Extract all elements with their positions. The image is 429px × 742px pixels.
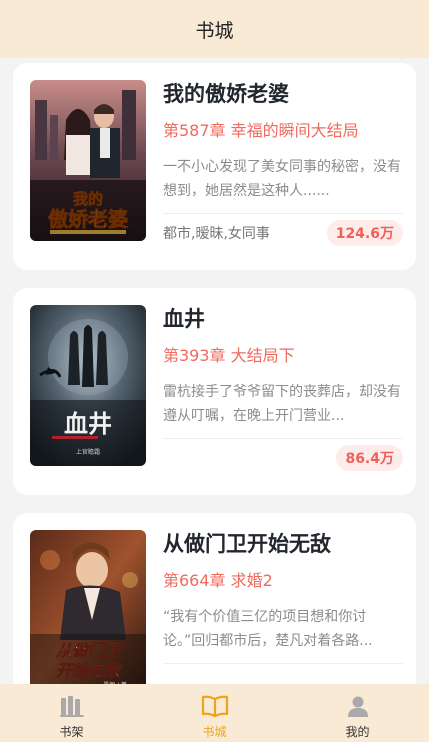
tab-label: 我的 <box>345 725 370 739</box>
svg-text:从做门卫: 从做门卫 <box>56 641 122 660</box>
book-meta: 86.4万 <box>163 445 403 471</box>
book-info: 我的傲娇老婆 第587章 幸福的瞬间大结局 一不小心发现了美女同事的秘密，没有想… <box>163 77 403 246</box>
book-list[interactable]: 我的 傲娇老婆 我的傲娇老婆 第587章 幸福的瞬间大结局 一不小心发现了美女同… <box>0 58 429 684</box>
bottom-tab-bar: 书架 书城 我的 <box>0 684 429 742</box>
book-cover[interactable]: 血井 上官瞻霜 <box>30 305 146 466</box>
book-cover-image: 我的 傲娇老婆 <box>30 80 146 241</box>
book-description: “我有个价值三亿的项目想和你讨论。”回归都市后，楚凡对着各路... <box>163 609 373 649</box>
book-card[interactable]: 我的 傲娇老婆 我的傲娇老婆 第587章 幸福的瞬间大结局 一不小心发现了美女同… <box>13 63 416 270</box>
bookshelf-icon <box>58 693 86 719</box>
book-description: 一不小心发现了美女同事的秘密，没有想到，她居然是这种人...... <box>163 159 401 199</box>
tab-label: 书架 <box>59 725 84 739</box>
divider <box>163 438 403 439</box>
book-info: 从做门卫开始无敌 第664章 求婚2 “我有个价值三亿的项目想和你讨论。”回归都… <box>163 527 403 684</box>
tab-profile[interactable]: 我的 <box>286 684 429 742</box>
page-header: 书城 <box>0 0 429 58</box>
book-info: 血井 第393章 大结局下 雷杭接手了爷爷留下的丧葬店，却没有遵从叮嘱，在晚上开… <box>163 302 403 471</box>
tab-bookshelf[interactable]: 书架 <box>0 684 143 742</box>
book-card[interactable]: 从做门卫 开始无敌 一墨阁 / 著 从做门卫开始无敌 第664章 求婚2 “我有… <box>13 513 416 684</box>
svg-text:上官瞻霜: 上官瞻霜 <box>76 448 100 456</box>
svg-text:血井: 血井 <box>64 409 112 438</box>
svg-text:开始无敌: 开始无敌 <box>56 661 123 680</box>
svg-text:我的: 我的 <box>73 190 103 208</box>
book-cover-image: 血井 上官瞻霜 <box>30 305 146 466</box>
page-title: 书城 <box>195 19 234 42</box>
book-cover-image: 从做门卫 开始无敌 一墨阁 / 著 <box>30 530 146 684</box>
book-cover[interactable]: 从做门卫 开始无敌 一墨阁 / 著 <box>30 530 146 684</box>
tab-bookstore[interactable]: 书城 <box>143 684 286 742</box>
book-card[interactable]: 血井 上官瞻霜 血井 第393章 大结局下 雷杭接手了爷爷留下的丧葬店，却没有遵… <box>13 288 416 495</box>
book-cover[interactable]: 我的 傲娇老婆 <box>30 80 146 241</box>
latest-chapter: 第393章 大结局下 <box>163 346 295 365</box>
book-title[interactable]: 从做门卫开始无敌 <box>163 527 403 561</box>
divider <box>163 213 403 214</box>
tab-label: 书城 <box>202 725 227 739</box>
latest-chapter: 第587章 幸福的瞬间大结局 <box>163 121 359 140</box>
open-book-icon <box>201 693 229 719</box>
svg-text:傲娇老婆: 傲娇老婆 <box>48 207 128 231</box>
book-title[interactable]: 我的傲娇老婆 <box>163 77 403 111</box>
divider <box>163 663 403 664</box>
latest-chapter: 第664章 求婚2 <box>163 571 273 590</box>
book-meta <box>163 670 403 684</box>
user-icon <box>344 693 372 719</box>
word-count-badge: 86.4万 <box>336 445 403 471</box>
book-meta: 都市,暧昧,女同事 124.6万 <box>163 220 403 246</box>
book-title[interactable]: 血井 <box>163 302 403 336</box>
book-tags: 都市,暧昧,女同事 <box>163 226 270 242</box>
book-description: 雷杭接手了爷爷留下的丧葬店，却没有遵从叮嘱，在晚上开门营业... <box>163 384 401 424</box>
word-count-badge: 124.6万 <box>326 220 403 246</box>
